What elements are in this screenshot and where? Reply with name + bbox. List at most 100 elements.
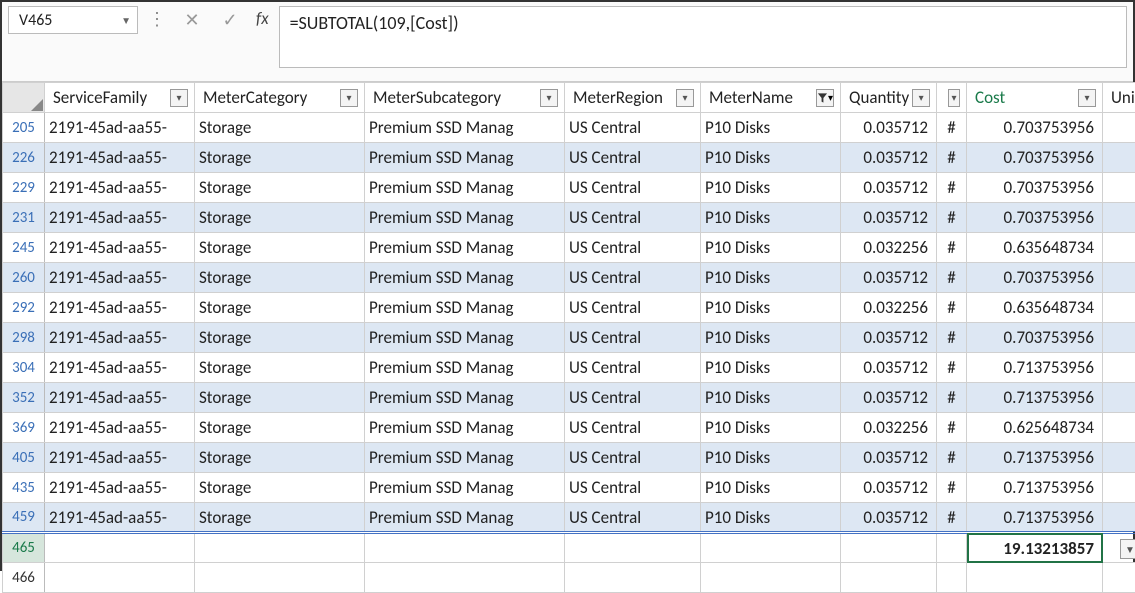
cell[interactable] [967, 563, 1103, 593]
cell-quantity[interactable]: 0.035712 [841, 113, 937, 143]
cell-cost[interactable]: 0.713753956 [967, 383, 1103, 413]
row-header[interactable]: 405 [3, 443, 45, 473]
cell-meter-region[interactable]: US Central [565, 503, 701, 533]
col-narrow[interactable] [937, 83, 967, 113]
cell-service-family[interactable]: 2191-45ad-aa55- [45, 413, 195, 443]
cell-cost[interactable]: 0.703753956 [967, 173, 1103, 203]
cell[interactable] [45, 533, 195, 563]
cell-meter-category[interactable]: Storage [195, 503, 365, 533]
cell-unit[interactable] [1103, 473, 1135, 503]
cell[interactable] [701, 563, 841, 593]
cell-meter-subcategory[interactable]: Premium SSD Manag [365, 233, 565, 263]
cell-quantity[interactable]: 0.035712 [841, 473, 937, 503]
cell-meter-category[interactable]: Storage [195, 323, 365, 353]
cell[interactable] [195, 563, 365, 593]
row-header[interactable]: 466 [3, 563, 45, 593]
cell-meter-region[interactable]: US Central [565, 203, 701, 233]
cell-quantity[interactable]: 0.035712 [841, 143, 937, 173]
cell-hash[interactable]: # [937, 473, 967, 503]
col-cost[interactable]: Cost [967, 83, 1103, 113]
filter-dropdown-icon[interactable] [948, 89, 960, 107]
cell[interactable] [841, 533, 937, 563]
cell-meter-name[interactable]: P10 Disks [701, 503, 841, 533]
row-header[interactable]: 226 [3, 143, 45, 173]
cell-unit[interactable] [1103, 143, 1135, 173]
cell-unit[interactable] [1103, 263, 1135, 293]
cell-hash[interactable]: # [937, 413, 967, 443]
cell-cost[interactable]: 0.713753956 [967, 473, 1103, 503]
cell-quantity[interactable]: 0.035712 [841, 503, 937, 533]
chevron-down-icon[interactable]: ▼ [121, 14, 131, 27]
cell-unit[interactable] [1103, 383, 1135, 413]
cell-hash[interactable]: # [937, 203, 967, 233]
cell[interactable] [195, 533, 365, 563]
col-unit[interactable]: Uni [1103, 83, 1135, 113]
cell[interactable] [701, 533, 841, 563]
filter-dropdown-icon[interactable] [540, 89, 558, 107]
cell-unit[interactable] [1103, 203, 1135, 233]
cell-meter-subcategory[interactable]: Premium SSD Manag [365, 503, 565, 533]
cell-service-family[interactable]: 2191-45ad-aa55- [45, 173, 195, 203]
cell-service-family[interactable]: 2191-45ad-aa55- [45, 353, 195, 383]
cell-meter-name[interactable]: P10 Disks [701, 263, 841, 293]
row-header[interactable]: 435 [3, 473, 45, 503]
cell-meter-name[interactable]: P10 Disks [701, 203, 841, 233]
cell-meter-region[interactable]: US Central [565, 173, 701, 203]
cell-meter-subcategory[interactable]: Premium SSD Manag [365, 293, 565, 323]
cell-meter-name[interactable]: P10 Disks [701, 443, 841, 473]
row-header[interactable]: 369 [3, 413, 45, 443]
filter-dropdown-icon[interactable] [340, 89, 358, 107]
cell-meter-subcategory[interactable]: Premium SSD Manag [365, 443, 565, 473]
cell-service-family[interactable]: 2191-45ad-aa55- [45, 233, 195, 263]
cell-meter-name[interactable]: P10 Disks [701, 143, 841, 173]
cell-meter-category[interactable]: Storage [195, 353, 365, 383]
cell-meter-category[interactable]: Storage [195, 443, 365, 473]
cell-meter-name[interactable]: P10 Disks [701, 233, 841, 263]
cell-quantity[interactable]: 0.032256 [841, 293, 937, 323]
filter-dropdown-icon[interactable] [676, 89, 694, 107]
cell[interactable] [1103, 563, 1135, 593]
cell-cost[interactable]: 0.713753956 [967, 503, 1103, 533]
row-header[interactable]: 260 [3, 263, 45, 293]
cell-meter-region[interactable]: US Central [565, 263, 701, 293]
filter-applied-icon[interactable] [816, 89, 834, 107]
cell-hash[interactable]: # [937, 113, 967, 143]
filter-dropdown-icon[interactable] [1078, 89, 1096, 107]
cell-meter-name[interactable]: P10 Disks [701, 353, 841, 383]
cell-quantity[interactable]: 0.035712 [841, 323, 937, 353]
cell-meter-subcategory[interactable]: Premium SSD Manag [365, 413, 565, 443]
cell-hash[interactable]: # [937, 323, 967, 353]
cell-meter-name[interactable]: P10 Disks [701, 383, 841, 413]
row-header[interactable]: 205 [3, 113, 45, 143]
cell-meter-name[interactable]: P10 Disks [701, 293, 841, 323]
cell[interactable] [565, 533, 701, 563]
cell-unit[interactable] [1103, 113, 1135, 143]
cell-quantity[interactable]: 0.032256 [841, 413, 937, 443]
cell-meter-subcategory[interactable]: Premium SSD Manag [365, 353, 565, 383]
cell-service-family[interactable]: 2191-45ad-aa55- [45, 293, 195, 323]
cell-cost[interactable]: 0.635648734 [967, 293, 1103, 323]
cell-meter-region[interactable]: US Central [565, 233, 701, 263]
cell-unit[interactable] [1103, 413, 1135, 443]
cell-meter-subcategory[interactable]: Premium SSD Manag [365, 383, 565, 413]
cell-meter-category[interactable]: Storage [195, 173, 365, 203]
cell-meter-subcategory[interactable]: Premium SSD Manag [365, 173, 565, 203]
cell-quantity[interactable]: 0.035712 [841, 383, 937, 413]
total-cost-cell[interactable]: 19.13213857 [967, 533, 1103, 563]
row-header[interactable]: 459 [3, 503, 45, 533]
cell[interactable] [565, 563, 701, 593]
cell-cost[interactable]: 0.703753956 [967, 203, 1103, 233]
row-header[interactable]: 245 [3, 233, 45, 263]
cell-meter-category[interactable]: Storage [195, 263, 365, 293]
cell-meter-name[interactable]: P10 Disks [701, 113, 841, 143]
select-all-corner[interactable] [3, 83, 45, 113]
cell-hash[interactable]: # [937, 233, 967, 263]
cell-quantity[interactable]: 0.035712 [841, 443, 937, 473]
cell-meter-category[interactable]: Storage [195, 203, 365, 233]
cell-meter-category[interactable]: Storage [195, 413, 365, 443]
cell-meter-subcategory[interactable]: Premium SSD Manag [365, 143, 565, 173]
cell-service-family[interactable]: 2191-45ad-aa55- [45, 503, 195, 533]
cell-meter-subcategory[interactable]: Premium SSD Manag [365, 323, 565, 353]
cell-service-family[interactable]: 2191-45ad-aa55- [45, 203, 195, 233]
cell-unit[interactable] [1103, 233, 1135, 263]
